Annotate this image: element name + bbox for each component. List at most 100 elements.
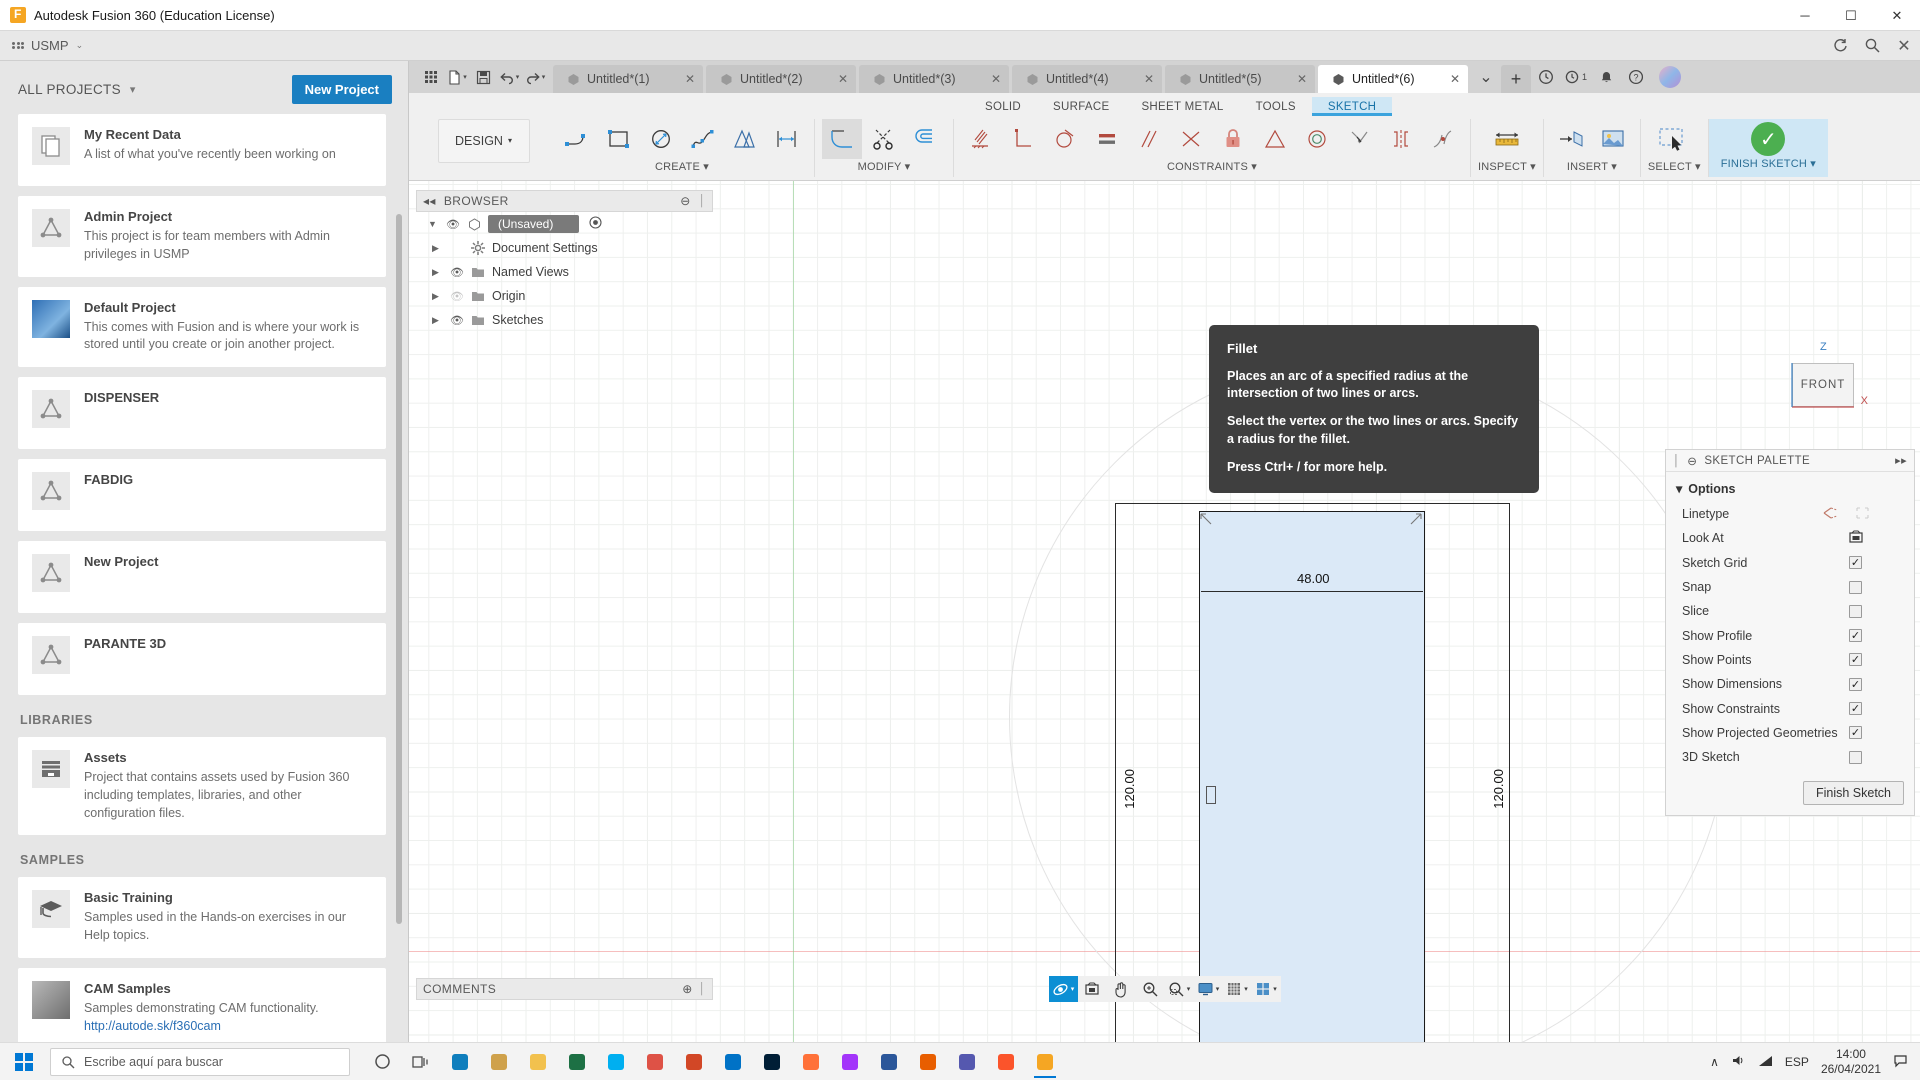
checkbox-show-projected-geometries[interactable]: ✓	[1849, 726, 1862, 740]
task-view-icon[interactable]	[403, 1045, 439, 1079]
insert-derive-icon[interactable]	[1551, 119, 1591, 159]
perpendicular-icon[interactable]	[1003, 119, 1043, 159]
tab-close-icon[interactable]: ✕	[1287, 72, 1307, 86]
photoshop-icon[interactable]	[754, 1045, 790, 1079]
minimize-button[interactable]: ─	[1782, 0, 1828, 31]
ribbon-tab-solid[interactable]: SOLID	[969, 97, 1037, 116]
dim-height-right-text[interactable]: 120.00	[1491, 769, 1506, 809]
fit-icon[interactable]: ▾	[1165, 976, 1194, 1002]
checkbox-show-points[interactable]: ✓	[1849, 653, 1862, 667]
midpoint-icon[interactable]	[1255, 119, 1295, 159]
grid-snap-icon[interactable]: ▾	[1223, 976, 1252, 1002]
checkbox-snap[interactable]	[1849, 580, 1862, 594]
undo-icon[interactable]: ▾	[497, 64, 521, 90]
panel-constraints-label[interactable]: CONSTRAINTS ▾	[1167, 160, 1257, 173]
project-card[interactable]: My Recent Data A list of what you've rece…	[18, 114, 386, 186]
browser-item-sketches[interactable]: ▶ 👁 Sketches	[416, 308, 713, 332]
ribbon-tab-surface[interactable]: SURFACE	[1037, 97, 1125, 116]
document-tab[interactable]: Untitled*(4) ✕	[1012, 65, 1162, 93]
view-cube[interactable]: Z FRONT X	[1778, 341, 1868, 431]
grounded-icon[interactable]	[589, 216, 602, 232]
checkbox-show-dimensions[interactable]: ✓	[1849, 677, 1862, 691]
concentric-icon[interactable]	[1297, 119, 1337, 159]
network-icon[interactable]	[1758, 1053, 1773, 1071]
tab-close-icon[interactable]: ✕	[828, 72, 848, 86]
fix-icon[interactable]	[1213, 119, 1253, 159]
redo-icon[interactable]: ▾	[523, 64, 547, 90]
palette-row-slice[interactable]: Slice	[1666, 599, 1914, 623]
insert-image-icon[interactable]	[1593, 119, 1633, 159]
curvature-icon[interactable]	[1423, 119, 1463, 159]
tab-close-icon[interactable]: ✕	[675, 72, 695, 86]
document-tab[interactable]: Untitled*(2) ✕	[706, 65, 856, 93]
palette-row-show-projected-geometries[interactable]: Show Projected Geometries ✓	[1666, 721, 1914, 745]
expand-arrow-icon[interactable]: ▶	[432, 243, 444, 254]
project-card[interactable]: New Project	[18, 541, 386, 613]
outlook-icon[interactable]	[715, 1045, 751, 1079]
palette-options-section[interactable]: ▾ Options	[1666, 472, 1914, 502]
panel-create-label[interactable]: CREATE ▾	[655, 160, 709, 173]
document-tab[interactable]: Untitled*(3) ✕	[859, 65, 1009, 93]
symmetry-icon[interactable]	[1381, 119, 1421, 159]
checkbox-sketch-grid[interactable]: ✓	[1849, 556, 1862, 570]
document-tab[interactable]: Untitled*(6) ✕	[1318, 65, 1468, 93]
palette-row-show-points[interactable]: Show Points ✓	[1666, 648, 1914, 672]
sketch-canvas[interactable]: 48.00 120.00 120.00 -75 -50 -25 ◂◂	[409, 181, 1920, 1044]
dimension-icon[interactable]	[767, 119, 807, 159]
project-card[interactable]: Admin Project This project is for team me…	[18, 196, 386, 277]
palette-row-snap[interactable]: Snap	[1666, 575, 1914, 599]
skype-icon[interactable]	[598, 1045, 634, 1079]
visibility-eye-icon[interactable]: 👁	[446, 218, 460, 231]
equal-icon[interactable]	[1087, 119, 1127, 159]
project-card[interactable]: FABDIG	[18, 459, 386, 531]
fusion-icon[interactable]	[1027, 1045, 1063, 1079]
store-icon[interactable]	[481, 1045, 517, 1079]
refresh-icon[interactable]	[1824, 31, 1856, 61]
help-icon[interactable]: ?	[1621, 62, 1651, 92]
tab-close-icon[interactable]: ✕	[1134, 72, 1154, 86]
firefox-icon[interactable]	[793, 1045, 829, 1079]
notification-icon[interactable]	[1893, 1053, 1908, 1071]
measure-icon[interactable]	[1487, 119, 1527, 159]
zoom-icon[interactable]	[1136, 976, 1165, 1002]
data-panel-scrollbar[interactable]	[396, 214, 402, 924]
edge-icon[interactable]	[442, 1045, 478, 1079]
lookat-icon[interactable]	[1848, 529, 1864, 547]
viewports-icon[interactable]: ▾	[1252, 976, 1281, 1002]
line-icon[interactable]	[557, 119, 597, 159]
checkbox-show-profile[interactable]: ✓	[1849, 629, 1862, 643]
teams-icon[interactable]	[949, 1045, 985, 1079]
excel-icon[interactable]	[559, 1045, 595, 1079]
expand-arrow-icon[interactable]: ▶	[432, 315, 444, 326]
palette-row-show-constraints[interactable]: Show Constraints ✓	[1666, 696, 1914, 720]
browser-root-row[interactable]: ▼ 👁 (Unsaved)	[416, 212, 713, 236]
avatar[interactable]	[1659, 66, 1681, 88]
panel-inspect-label[interactable]: INSPECT ▾	[1478, 160, 1536, 173]
volume-icon[interactable]	[1731, 1053, 1746, 1071]
palette-expand-icon[interactable]: ▸▸	[1895, 454, 1907, 467]
panel-insert-label[interactable]: INSERT ▾	[1567, 160, 1617, 173]
select-window-icon[interactable]	[1654, 119, 1694, 159]
expand-arrow-icon[interactable]: ▶	[432, 291, 444, 302]
ribbon-tab-sketch[interactable]: SKETCH	[1311, 97, 1393, 116]
vlc-icon[interactable]	[910, 1045, 946, 1079]
workspace-selector[interactable]: DESIGN ▾	[437, 118, 530, 163]
constraint-glyph-right[interactable]	[1407, 511, 1423, 527]
pan-icon[interactable]	[1107, 976, 1136, 1002]
constraint-glyph-left[interactable]	[1199, 511, 1215, 527]
expand-arrow-icon[interactable]: ▶	[432, 267, 444, 278]
word-icon[interactable]	[871, 1045, 907, 1079]
data-panel-list[interactable]: My Recent Data A list of what you've rece…	[0, 114, 408, 1046]
search-icon[interactable]	[1856, 31, 1888, 61]
maximize-button[interactable]: ☐	[1828, 0, 1874, 31]
ground-icon[interactable]	[961, 119, 1001, 159]
visibility-eye-icon[interactable]: 👁	[450, 290, 464, 303]
add-comment-icon[interactable]: ⊕	[682, 982, 692, 996]
ribbon-tab-tools[interactable]: TOOLS	[1240, 97, 1312, 116]
palette-row-3d-sketch[interactable]: 3D Sketch	[1666, 745, 1914, 769]
tangent-icon[interactable]	[1045, 119, 1085, 159]
visibility-eye-icon[interactable]: 👁	[450, 266, 464, 279]
new-file-icon[interactable]: ▾	[445, 64, 469, 90]
close-panel-icon[interactable]: ✕	[1888, 31, 1920, 61]
tab-close-icon[interactable]: ✕	[981, 72, 1001, 86]
